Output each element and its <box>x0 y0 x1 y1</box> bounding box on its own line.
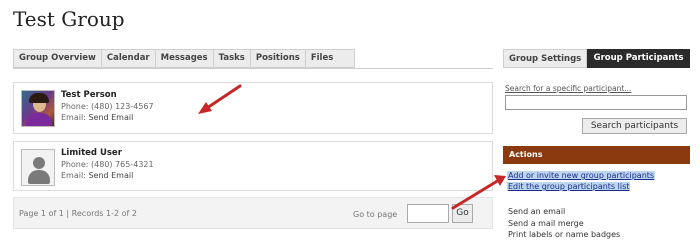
actions-header: Actions <box>503 146 690 164</box>
send-email-link[interactable]: Send Email <box>88 113 133 122</box>
page-title: Test Group <box>13 7 125 31</box>
avatar[interactable] <box>21 90 55 127</box>
participant-name[interactable]: Limited User <box>61 148 122 158</box>
tab-tasks[interactable]: Tasks <box>214 50 251 67</box>
email-label: Email: <box>61 113 86 122</box>
participant-card: Limited User Phone: (480) 765-4321 Email… <box>13 141 493 191</box>
search-label: Search for a specific participant... <box>505 84 632 93</box>
tab-files[interactable]: Files <box>306 50 338 67</box>
participant-name[interactable]: Test Person <box>61 90 117 100</box>
tab-group-overview[interactable]: Group Overview <box>14 50 102 67</box>
tab-messages[interactable]: Messages <box>156 50 214 67</box>
send-email-action-link[interactable]: Send an email <box>508 207 565 216</box>
tab-positions[interactable]: Positions <box>251 50 306 67</box>
go-button[interactable]: Go <box>452 204 473 223</box>
pager: Page 1 of 1 | Records 1-2 of 2 Go to pag… <box>13 197 493 229</box>
participant-tabs: Group Settings Group Participants <box>503 49 690 68</box>
participant-phone: Phone: (480) 765-4321 <box>61 160 154 169</box>
send-mail-merge-link[interactable]: Send a mail merge <box>508 219 584 228</box>
search-input[interactable] <box>505 95 687 110</box>
pager-summary: Page 1 of 1 | Records 1-2 of 2 <box>19 209 137 218</box>
send-email-link[interactable]: Send Email <box>88 171 133 180</box>
goto-page-input[interactable] <box>407 204 449 223</box>
print-labels-link[interactable]: Print labels or name badges <box>508 230 620 239</box>
participant-email-row: Email: Send Email <box>61 171 133 180</box>
tab-calendar[interactable]: Calendar <box>102 50 156 67</box>
participant-email-row: Email: Send Email <box>61 113 133 122</box>
tab-group-settings[interactable]: Group Settings <box>503 49 588 68</box>
edit-participants-list-link[interactable]: Edit the group participants list <box>507 182 631 191</box>
participant-card: Test Person Phone: (480) 123-4567 Email:… <box>13 82 493 134</box>
tab-group-participants[interactable]: Group Participants <box>587 49 690 68</box>
avatar[interactable] <box>21 149 55 186</box>
search-participants-button[interactable]: Search participants <box>582 118 687 134</box>
group-tabs: Group Overview Calendar Messages Tasks P… <box>13 49 355 68</box>
email-label: Email: <box>61 171 86 180</box>
add-invite-participants-link[interactable]: Add or invite new group participants <box>507 171 656 180</box>
participant-phone: Phone: (480) 123-4567 <box>61 102 154 111</box>
tab-divider <box>13 68 493 69</box>
goto-page-label: Go to page <box>353 210 398 219</box>
